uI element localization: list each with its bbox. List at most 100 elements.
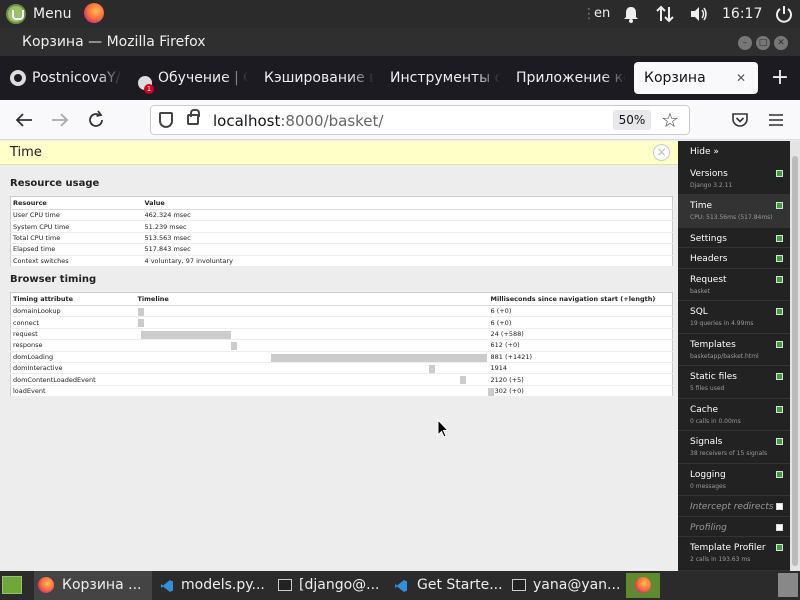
panel-toggle-checkbox[interactable] — [776, 438, 783, 445]
toolbar-item-label: Versions — [690, 169, 728, 179]
tab-obuchenie[interactable]: 1 Обучение | С — [130, 62, 248, 94]
resource-name: Elapsed time — [10, 243, 143, 256]
toolbar-item-headers[interactable]: Headers — [678, 248, 790, 269]
pocket-button[interactable] — [728, 108, 752, 132]
toolbar-item-label: Intercept redirects — [690, 502, 774, 512]
toolbar-item-subtitle: 19 queries in 4.99ms — [690, 320, 754, 327]
user-applet[interactable] — [778, 573, 798, 597]
tab-app[interactable]: Приложение ко — [508, 62, 626, 94]
panel-toggle-checkbox[interactable] — [776, 544, 783, 551]
toolbar-item-templates[interactable]: Templates basketapp/basket.html — [678, 334, 790, 366]
tab-caching[interactable]: Кэширование в — [256, 62, 374, 94]
back-button[interactable] — [12, 108, 36, 132]
scrollbar-thumb[interactable] — [792, 156, 798, 566]
firefox-launcher[interactable] — [84, 3, 104, 25]
bookmark-star-icon[interactable]: ☆ — [661, 108, 679, 132]
toolbar-item-request[interactable]: Request basket — [678, 269, 790, 301]
toolbar-item-template-profiler[interactable]: Template Profiler 2 calls in 193.63 ms — [678, 537, 790, 571]
panel-toggle-checkbox[interactable] — [776, 308, 783, 315]
tab-basket[interactable]: Корзина ✕ — [634, 62, 758, 94]
panel-toggle-checkbox[interactable] — [776, 276, 783, 283]
power-icon[interactable] — [775, 0, 793, 28]
tracking-protection-icon[interactable] — [159, 112, 173, 128]
timeline-cell — [135, 351, 489, 363]
task-vscode-models[interactable]: models.py... — [156, 571, 270, 600]
panel-toggle-checkbox[interactable] — [776, 202, 783, 209]
tab-postnicova[interactable]: PostnicovaY/ — [0, 62, 122, 94]
resource-value: 4 voluntary, 97 involuntary — [142, 255, 673, 267]
window-title-bar: Корзина — Mozilla Firefox – □ ✕ — [0, 28, 800, 56]
toolbar-item-intercept-redirects[interactable]: Intercept redirects — [678, 496, 790, 517]
mint-menu-icon[interactable] — [6, 4, 26, 24]
lock-icon[interactable] — [187, 109, 200, 125]
hide-toolbar-link[interactable]: Hide » — [690, 147, 719, 157]
toolbar-item-static-files[interactable]: Static files 5 files used — [678, 366, 790, 399]
network-icon[interactable] — [656, 0, 674, 28]
panel-toggle-checkbox[interactable] — [776, 170, 783, 177]
toolbar-item-label: Static files — [690, 372, 737, 382]
task-terminal-django[interactable]: [django@... — [274, 571, 386, 600]
toolbar-item-signals[interactable]: Signals 38 receivers of 15 signals — [678, 431, 790, 464]
url-bar[interactable]: localhost:8000/basket/ 50% ☆ — [150, 105, 690, 135]
column-header: Value — [142, 196, 673, 210]
show-desktop-button[interactable] — [2, 576, 22, 594]
minimize-button[interactable]: – — [738, 36, 752, 50]
panel-toggle-checkbox[interactable] — [776, 503, 783, 510]
timing-attribute: domainLookup — [10, 305, 136, 318]
resource-value: 462.324 msec — [142, 209, 673, 222]
timeline-cell — [135, 339, 489, 352]
table-row: Total CPU time 513.563 msec — [10, 232, 673, 245]
new-tab-button[interactable]: + — [766, 62, 794, 94]
toolbar-item-logging[interactable]: Logging 0 messages — [678, 464, 790, 496]
menu-label[interactable]: Menu — [33, 0, 71, 28]
zoom-indicator[interactable]: 50% — [613, 110, 651, 130]
timeline-bar — [487, 387, 494, 396]
reload-button[interactable] — [84, 108, 108, 132]
app-menu-button[interactable] — [764, 108, 788, 132]
toolbar-item-cache[interactable]: Cache 0 calls in 0.00ms — [678, 399, 790, 431]
debug-toolbar: Hide » Versions Django 3.2.11 Time CPU: 513… — [672, 141, 790, 571]
panel-toggle-checkbox[interactable] — [776, 373, 783, 380]
panel-toggle-checkbox[interactable] — [776, 235, 783, 242]
toolbar-item-time[interactable]: Time CPU: 513.56ms (517.84ms) — [672, 195, 790, 228]
volume-icon[interactable] — [689, 0, 709, 28]
toolbar-scrollbar[interactable] — [790, 141, 800, 571]
close-panel-button[interactable]: × — [653, 144, 670, 161]
task-vscode-getstarted[interactable]: Get Starte... — [390, 571, 504, 600]
taskbar: Корзина ... models.py... [django@... Get… — [0, 571, 800, 600]
close-tab-icon[interactable]: ✕ — [736, 62, 746, 94]
panel-toggle-checkbox[interactable] — [776, 341, 783, 348]
panel-toggle-checkbox[interactable] — [776, 255, 783, 262]
toolbar-item-profiling[interactable]: Profiling — [678, 517, 790, 537]
workspace-switcher[interactable] — [626, 573, 660, 598]
panel-toggle-checkbox[interactable] — [776, 471, 783, 478]
tab-strip: PostnicovaY/ 1 Обучение | С Кэширование … — [0, 56, 800, 100]
task-terminal-yana[interactable]: yana@yan... — [508, 571, 622, 600]
language-indicator[interactable]: en — [594, 0, 610, 28]
timing-attribute: loadEvent — [10, 385, 136, 398]
panel-toggle-checkbox[interactable] — [776, 406, 783, 413]
forward-button[interactable] — [48, 108, 72, 132]
close-window-button[interactable]: ✕ — [774, 36, 788, 50]
task-firefox[interactable]: Корзина ... — [34, 571, 152, 600]
firefox-icon — [38, 577, 54, 593]
timing-row: domLoading 881 (+1421) — [10, 351, 673, 363]
toolbar-item-versions[interactable]: Versions Django 3.2.11 — [678, 163, 790, 195]
resource-usage-title: Resource usage — [10, 178, 100, 189]
maximize-button[interactable]: □ — [756, 36, 770, 50]
clock[interactable]: 16:17 — [722, 0, 762, 28]
resource-usage-table: Resource Value User CPU time 462.324 msec… — [10, 196, 673, 267]
tab-tools[interactable]: Инструменты о — [382, 62, 500, 94]
timeline-cell — [135, 385, 494, 398]
toolbar-item-settings[interactable]: Settings — [678, 228, 790, 248]
tab-label: Корзина — [644, 70, 706, 86]
url-text[interactable]: localhost:8000/basket/ — [213, 112, 383, 130]
table-row: Elapsed time 517.843 msec — [10, 243, 673, 256]
timing-row: loadEvent 2302 (+0) — [10, 385, 673, 398]
panel-title: Time — [10, 145, 42, 160]
timing-rows: domainLookup 6 (+0) connect 6 (+0) request 24… — [10, 305, 673, 398]
debug-panel-content: Time × Resource usage Resource Value Use… — [0, 141, 678, 571]
toolbar-item-sql[interactable]: SQL 19 queries in 4.99ms — [678, 301, 790, 334]
panel-toggle-checkbox[interactable] — [776, 524, 783, 531]
bell-icon[interactable] — [623, 0, 639, 28]
